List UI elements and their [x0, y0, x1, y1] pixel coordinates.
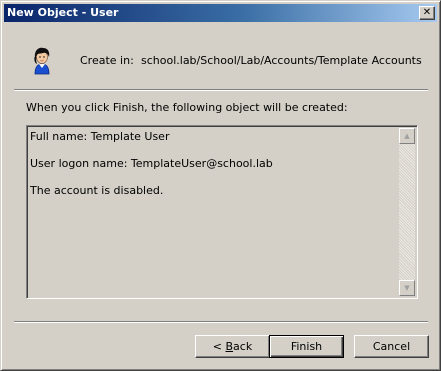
summary-content: Full name: Template User User logon name… — [30, 130, 396, 211]
scroll-down-button[interactable]: ▼ — [399, 280, 415, 296]
bottom-separator — [14, 321, 428, 323]
info-text: When you click Finish, the following obj… — [26, 101, 348, 114]
finish-button[interactable]: Finish — [269, 335, 344, 358]
scroll-up-button[interactable]: ▲ — [399, 128, 415, 144]
top-separator — [14, 89, 428, 91]
summary-line-full-name: Full name: Template User — [30, 130, 170, 143]
cancel-button[interactable]: Cancel — [354, 335, 429, 358]
vertical-scrollbar[interactable]: ▲ ▼ — [399, 128, 415, 296]
arrow-down-icon: ▼ — [404, 284, 410, 292]
arrow-up-icon: ▲ — [404, 132, 410, 140]
user-icon — [34, 47, 50, 75]
back-button-rest: ack — [233, 340, 253, 353]
title-bar[interactable]: New Object - User ✕ — [4, 4, 437, 22]
back-button-prefix: < — [212, 340, 226, 353]
window-title: New Object - User — [7, 6, 119, 19]
summary-textbox[interactable]: Full name: Template User User logon name… — [26, 125, 418, 299]
close-icon: ✕ — [422, 7, 432, 18]
create-in-label: Create in: — [80, 54, 134, 67]
summary-line-account-status: The account is disabled. — [30, 184, 164, 197]
create-in-path: school.lab/School/Lab/Accounts/Template … — [141, 54, 422, 67]
new-user-dialog: New Object - User ✕ Create in: school.la… — [0, 0, 441, 371]
back-button[interactable]: < Back — [195, 335, 270, 358]
back-button-mnemonic: B — [225, 340, 234, 353]
summary-line-logon-name: User logon name: TemplateUser@school.lab — [30, 157, 273, 170]
close-button[interactable]: ✕ — [419, 6, 435, 20]
